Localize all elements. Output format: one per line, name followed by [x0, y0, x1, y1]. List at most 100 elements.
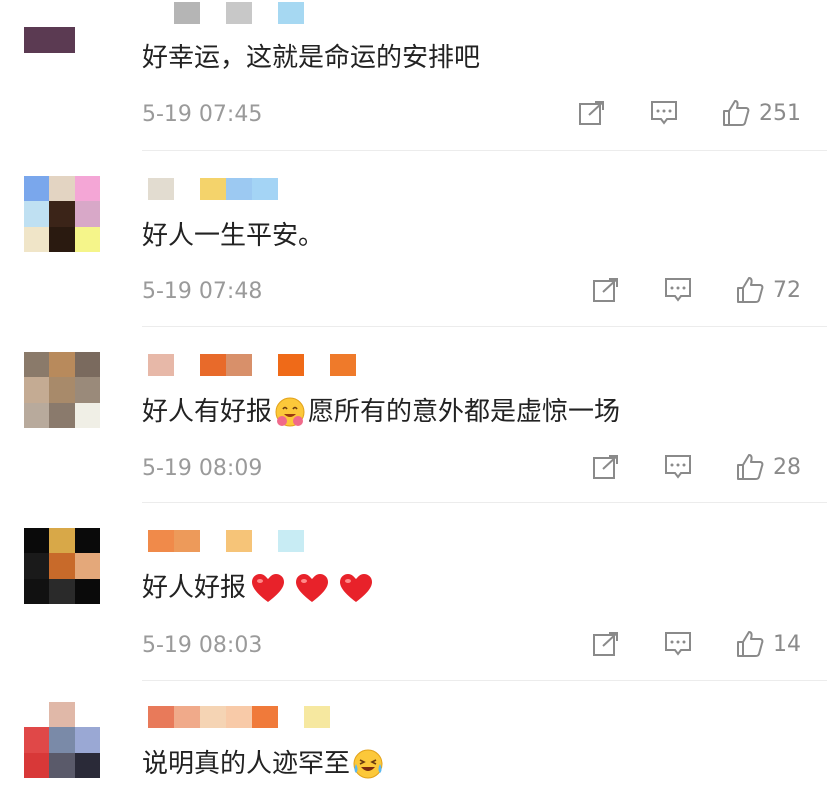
username-pixel — [148, 354, 174, 376]
username-pixel — [226, 178, 252, 200]
username-pixel — [278, 354, 304, 376]
laughing-crying-emoji-icon — [353, 749, 383, 779]
username[interactable] — [148, 530, 304, 552]
like-icon[interactable] — [721, 98, 751, 128]
username-pixel — [148, 530, 174, 552]
username-pixel — [252, 354, 278, 376]
avatar-pixel — [74, 752, 100, 778]
avatar-pixel — [24, 578, 50, 604]
comment-icon[interactable] — [649, 98, 679, 128]
username-pixel — [174, 706, 200, 728]
comment-time: 5-19 07:45 — [142, 102, 263, 127]
avatar[interactable] — [24, 528, 100, 604]
like-icon[interactable] — [735, 452, 765, 482]
username-pixel — [252, 178, 278, 200]
avatar-pixel — [24, 176, 50, 202]
username[interactable] — [148, 2, 304, 24]
username-pixel — [148, 2, 174, 24]
username-pixel — [252, 706, 278, 728]
avatar-pixel — [49, 578, 75, 604]
avatar[interactable] — [24, 702, 100, 778]
like-icon[interactable] — [735, 275, 765, 305]
comment-icon[interactable] — [663, 275, 693, 305]
username-pixel — [278, 530, 304, 552]
like-icon[interactable] — [735, 629, 765, 659]
share-icon[interactable] — [591, 452, 621, 482]
username[interactable] — [148, 706, 330, 728]
comment-actions: 251 — [577, 98, 801, 128]
comment-text: 好人一生平安。 — [142, 218, 324, 254]
avatar-pixel — [74, 702, 100, 728]
like-count: 72 — [773, 277, 801, 303]
avatar-pixel — [74, 578, 100, 604]
like-count: 28 — [773, 454, 801, 480]
avatar-pixel — [74, 727, 100, 753]
avatar-pixel — [74, 2, 100, 28]
avatar-pixel — [74, 52, 100, 78]
heart-icon — [296, 574, 329, 602]
avatar-pixel — [74, 528, 100, 554]
username-pixel — [304, 354, 330, 376]
comment-actions: 14 — [591, 629, 801, 659]
comment-text: 好幸运，这就是命运的安排吧 — [142, 40, 480, 76]
divider — [142, 680, 827, 681]
comment-icon[interactable] — [663, 452, 693, 482]
avatar-pixel — [49, 201, 75, 227]
avatar-pixel — [49, 752, 75, 778]
avatar-pixel — [49, 52, 75, 78]
avatar-pixel — [24, 402, 50, 428]
avatar-pixel — [49, 553, 75, 579]
username-pixel — [200, 354, 226, 376]
username-pixel — [174, 2, 200, 24]
comment-text-content: 好人有好报 — [142, 397, 273, 427]
username[interactable] — [148, 178, 304, 200]
username-pixel — [226, 530, 252, 552]
comment-text: 好人好报 — [142, 570, 378, 606]
username-pixel — [226, 706, 252, 728]
avatar-pixel — [49, 702, 75, 728]
avatar-pixel — [24, 352, 50, 378]
avatar-pixel — [49, 226, 75, 252]
heart-icon — [340, 574, 373, 602]
username-pixel — [148, 178, 174, 200]
avatar-pixel — [49, 27, 75, 53]
avatar-pixel — [24, 528, 50, 554]
username-pixel — [226, 2, 252, 24]
avatar[interactable] — [24, 176, 100, 252]
avatar-pixel — [74, 402, 100, 428]
username-pixel — [174, 530, 200, 552]
avatar-pixel — [24, 2, 50, 28]
username-pixel — [148, 706, 174, 728]
username-pixel — [200, 706, 226, 728]
like-count: 251 — [759, 100, 801, 126]
heart-icon — [252, 574, 285, 602]
avatar-pixel — [49, 402, 75, 428]
username-pixel — [252, 530, 278, 552]
divider — [142, 502, 827, 503]
avatar-pixel — [24, 201, 50, 227]
username-pixel — [200, 530, 226, 552]
share-icon[interactable] — [577, 98, 607, 128]
comment-text-content: 好人一生平安。 — [142, 221, 325, 251]
share-icon[interactable] — [591, 275, 621, 305]
comment-text: 好人有好报 愿所有的意外都是虚惊一场 — [142, 394, 620, 430]
comment-time: 5-19 08:03 — [142, 633, 263, 658]
avatar-pixel — [49, 727, 75, 753]
username[interactable] — [148, 354, 356, 376]
share-icon[interactable] — [591, 629, 621, 659]
comment-icon[interactable] — [663, 629, 693, 659]
avatar[interactable] — [24, 2, 100, 78]
divider — [142, 326, 827, 327]
avatar[interactable] — [24, 352, 100, 428]
avatar-pixel — [24, 377, 50, 403]
avatar-pixel — [74, 352, 100, 378]
avatar-pixel — [74, 176, 100, 202]
username-pixel — [278, 2, 304, 24]
avatar-pixel — [74, 377, 100, 403]
avatar-pixel — [74, 553, 100, 579]
avatar-pixel — [24, 727, 50, 753]
hugging-face-emoji-icon — [275, 397, 305, 427]
username-pixel — [278, 706, 304, 728]
avatar-pixel — [24, 226, 50, 252]
avatar-pixel — [49, 377, 75, 403]
